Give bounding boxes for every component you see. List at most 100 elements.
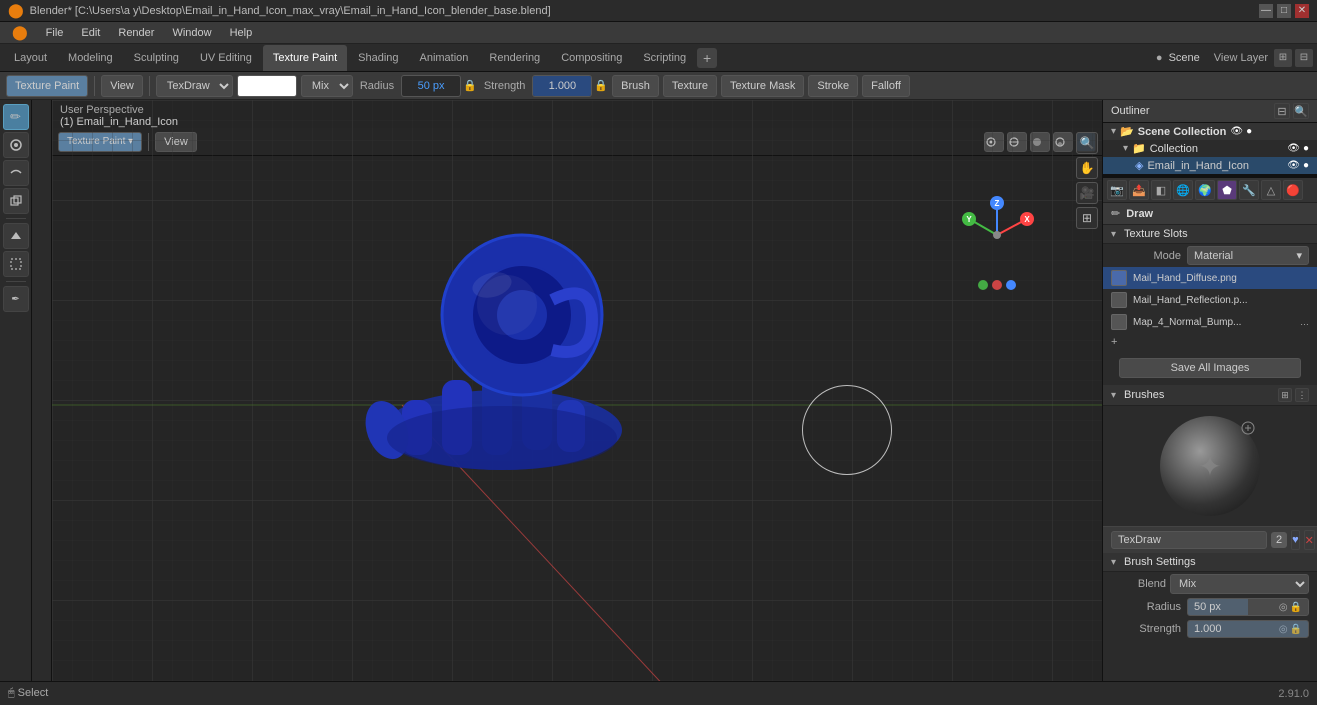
outliner-object[interactable]: ◈ Email_in_Hand_Icon 👁 ● [1103, 157, 1317, 174]
blend-select[interactable]: Mix [301, 75, 353, 97]
pan-btn[interactable]: ✋ [1076, 157, 1098, 179]
strength-row: Strength 1.000 ◎ 🔒 [1103, 618, 1317, 640]
radius-lock-icon[interactable]: 🔒 [463, 79, 477, 92]
draw-icon: ✏ [1111, 207, 1120, 220]
prop-scene-btn[interactable]: 🌐 [1173, 180, 1193, 200]
brush-select[interactable]: TexDraw [156, 75, 233, 97]
texture-slots-header[interactable]: ▾ Texture Slots [1103, 225, 1317, 244]
menu-blender[interactable]: ⬤ [4, 22, 36, 43]
zoom-in-btn[interactable]: 🔍 [1076, 132, 1098, 154]
scene-collection-camera[interactable]: ● [1246, 126, 1252, 137]
radius-field[interactable]: 50 px ◎ 🔒 [1187, 598, 1309, 616]
mode-value[interactable]: Material ▾ [1187, 246, 1309, 265]
camera-btn[interactable]: 🎥 [1076, 182, 1098, 204]
prop-view-btn[interactable]: ◧ [1151, 180, 1171, 200]
menu-help[interactable]: Help [222, 25, 261, 41]
prop-object-btn[interactable]: ⬟ [1217, 180, 1237, 200]
tool-draw[interactable]: ✏ [3, 104, 29, 130]
brush-settings-header[interactable]: ▾ Brush Settings [1103, 553, 1317, 572]
add-texture-btn[interactable]: + [1103, 333, 1317, 351]
tool-clone[interactable] [3, 188, 29, 214]
outliner-collection[interactable]: ▾ 📁 Collection 👁 ● [1115, 140, 1317, 157]
constraint-btn[interactable]: ⊞ [1076, 207, 1098, 229]
tab-rendering[interactable]: Rendering [479, 45, 550, 71]
texture-item-0[interactable]: Mail_Hand_Diffuse.png [1103, 267, 1317, 289]
prop-modifier-btn[interactable]: 🔧 [1239, 180, 1259, 200]
scene-properties-button[interactable]: ⊞ [1274, 49, 1292, 67]
save-all-images-btn[interactable]: Save All Images [1119, 358, 1301, 378]
viewport[interactable]: Texture Paint ▾ View [52, 100, 1102, 681]
tab-layout[interactable]: Layout [4, 45, 57, 71]
tab-compositing[interactable]: Compositing [551, 45, 632, 71]
falloff-button[interactable]: Falloff [862, 75, 910, 97]
menu-edit[interactable]: Edit [73, 25, 108, 41]
object-icon: ◈ [1135, 159, 1143, 172]
strength-props-label: Strength [1111, 623, 1181, 635]
viewport-gizmo: Z X Y [957, 195, 1037, 290]
view-button[interactable]: View [101, 75, 143, 97]
close-button[interactable]: ✕ [1295, 4, 1309, 18]
render-properties-button[interactable]: ⊟ [1295, 49, 1313, 67]
brush-delete-btn[interactable]: ✕ [1304, 530, 1315, 550]
stroke-button[interactable]: Stroke [808, 75, 858, 97]
blend-select-props[interactable]: Mix [1170, 574, 1309, 594]
texture-mask-button[interactable]: Texture Mask [721, 75, 804, 97]
tool-smear[interactable] [3, 160, 29, 186]
collection-icon: 📁 [1132, 142, 1146, 155]
minimize-button[interactable]: — [1259, 4, 1273, 18]
menu-window[interactable]: Window [164, 25, 219, 41]
tab-bar: Layout Modeling Sculpting UV Editing Tex… [0, 44, 1317, 72]
prop-world-btn[interactable]: 🌍 [1195, 180, 1215, 200]
maximize-button[interactable]: □ [1277, 4, 1291, 18]
tab-scripting[interactable]: Scripting [633, 45, 696, 71]
brush-settings-button[interactable]: Brush [612, 75, 659, 97]
brush-count: 2 [1271, 532, 1287, 548]
collection-camera[interactable]: ● [1303, 143, 1309, 154]
brushes-expand-btn[interactable]: ⊞ [1278, 388, 1292, 402]
tool-fill[interactable] [3, 223, 29, 249]
tab-sculpting[interactable]: Sculpting [124, 45, 189, 71]
tab-texture-paint[interactable]: Texture Paint [263, 45, 347, 71]
scene-collection-eye[interactable]: 👁 [1230, 126, 1243, 137]
color-picker[interactable] [237, 75, 297, 97]
outliner-filter-btn[interactable]: ⊟ [1274, 103, 1290, 119]
texture-button[interactable]: Texture [663, 75, 717, 97]
tool-mask[interactable] [3, 251, 29, 277]
add-workspace-button[interactable]: + [697, 48, 717, 68]
tab-shading[interactable]: Shading [348, 45, 408, 71]
prop-material-btn[interactable]: 🔴 [1283, 180, 1303, 200]
brushes-options-btn[interactable]: ⋮ [1295, 388, 1309, 402]
radius-value[interactable]: 50 px [401, 75, 461, 97]
prop-render-btn[interactable]: 📷 [1107, 180, 1127, 200]
texture-item-1[interactable]: Mail_Hand_Reflection.p... [1103, 289, 1317, 311]
tab-animation[interactable]: Animation [410, 45, 479, 71]
strength-lock-icon[interactable]: 🔒 [594, 79, 608, 92]
strength-field[interactable]: 1.000 ◎ 🔒 [1187, 620, 1309, 638]
prop-data-btn[interactable]: △ [1261, 180, 1281, 200]
menu-render[interactable]: Render [110, 25, 162, 41]
strength-value[interactable]: 1.000 [532, 75, 592, 97]
outliner-scene-collection[interactable]: ▾ 📂 Scene Collection 👁 ● [1103, 123, 1317, 140]
radius-lock-props[interactable]: 🔒 [1290, 602, 1302, 613]
brushes-arrow: ▾ [1111, 390, 1116, 401]
texture-thumb-2 [1111, 314, 1127, 330]
radius-pressure-icon[interactable]: ◎ [1279, 602, 1288, 613]
prop-output-btn[interactable]: 📤 [1129, 180, 1149, 200]
tool-soften[interactable] [3, 132, 29, 158]
outliner-search-btn[interactable]: 🔍 [1293, 103, 1309, 119]
properties-icon-header: 📷 📤 ◧ 🌐 🌍 ⬟ 🔧 △ 🔴 [1103, 178, 1317, 203]
object-camera[interactable]: ● [1303, 160, 1309, 171]
collection-eye[interactable]: 👁 [1287, 143, 1300, 154]
tool-draw-sharp[interactable]: ✒ [3, 286, 29, 312]
object-eye[interactable]: 👁 [1287, 160, 1300, 171]
strength-label: Strength [481, 80, 529, 92]
tab-uv-editing[interactable]: UV Editing [190, 45, 262, 71]
texture-item-2[interactable]: Map_4_Normal_Bump... … [1103, 311, 1317, 333]
radius-row: Radius 50 px ◎ 🔒 [1103, 596, 1317, 618]
tab-modeling[interactable]: Modeling [58, 45, 123, 71]
mode-select[interactable]: Texture Paint [6, 75, 88, 97]
brush-fav-btn[interactable]: ♥ [1291, 530, 1300, 550]
menu-file[interactable]: File [38, 25, 72, 41]
brush-name-input[interactable] [1111, 531, 1267, 549]
brushes-header[interactable]: ▾ Brushes ⊞ ⋮ [1103, 385, 1317, 406]
